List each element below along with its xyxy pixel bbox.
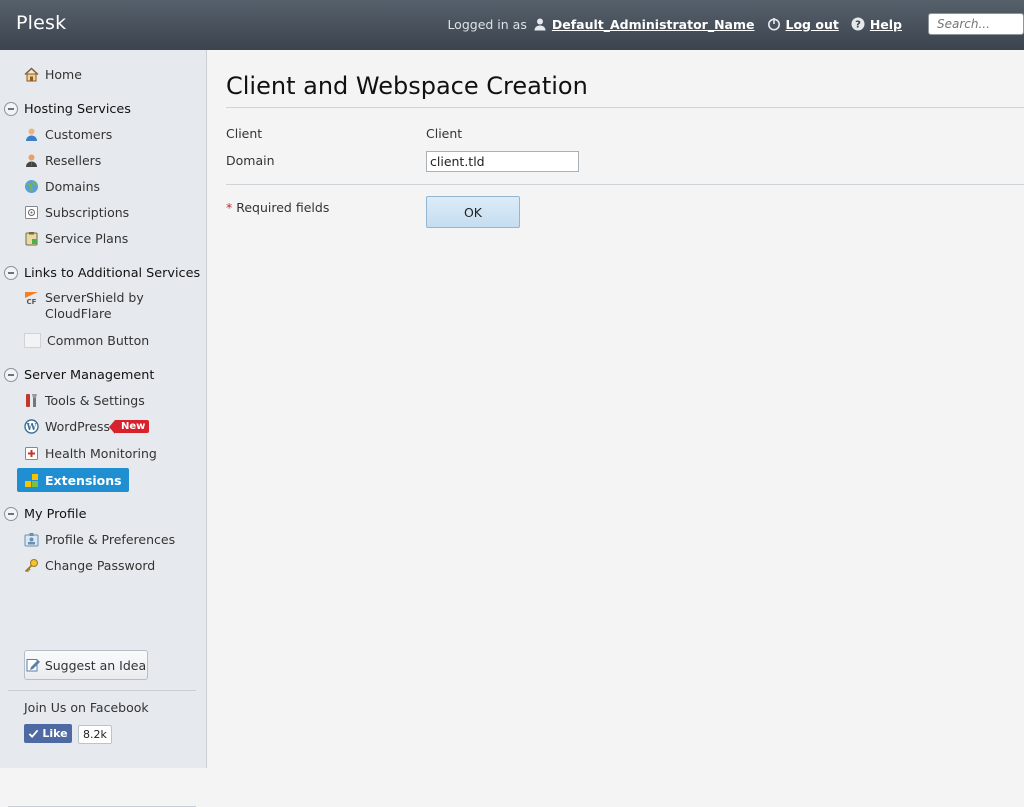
section-hosting-label: Hosting Services — [24, 101, 131, 117]
service-plans-icon — [25, 231, 38, 245]
help-link[interactable]: Help — [870, 17, 902, 32]
help-icon: ? — [851, 17, 865, 31]
required-star: * — [226, 200, 233, 215]
client-value: Client — [426, 126, 463, 141]
svg-text:?: ? — [855, 20, 861, 31]
user-bar: Logged in as Default_Administrator_Name … — [447, 12, 1024, 36]
search-input[interactable] — [928, 13, 1024, 35]
nav-service-plans[interactable]: Service Plans — [24, 226, 128, 250]
nav-wordpress-label: WordPress — [45, 418, 111, 434]
nav-subscriptions[interactable]: Subscriptions — [24, 200, 129, 224]
power-icon — [767, 18, 780, 31]
nav-servershield[interactable]: CF ServerShield by CloudFlare — [24, 290, 144, 324]
collapse-icon[interactable] — [4, 102, 18, 116]
pencil-paper-icon — [26, 659, 40, 672]
nav-change-password-label: Change Password — [45, 557, 156, 573]
nav-domains-label: Domains — [45, 178, 101, 194]
customer-icon — [26, 128, 37, 141]
new-badge: New — [108, 419, 150, 434]
blank-icon — [24, 332, 41, 348]
profile-card-icon — [24, 532, 39, 546]
cloudflare-icon: CF — [25, 292, 38, 306]
nav-health-monitoring[interactable]: Health Monitoring — [24, 441, 157, 465]
title-divider — [226, 107, 1024, 108]
svg-text:W: W — [25, 423, 37, 433]
required-fields-note: * Required fields — [226, 200, 329, 215]
servershield-line1: ServerShield by — [45, 290, 144, 305]
nav-customers[interactable]: Customers — [24, 122, 112, 146]
nav-resellers[interactable]: Resellers — [24, 148, 101, 172]
collapse-icon[interactable] — [4, 368, 18, 382]
nav-wordpress[interactable]: W WordPress New — [24, 414, 150, 438]
servershield-line2: CloudFlare — [45, 306, 112, 321]
client-label: Client — [226, 126, 263, 141]
wordpress-icon: W — [24, 418, 39, 434]
nav-resellers-label: Resellers — [45, 152, 102, 168]
svg-text:CF: CF — [27, 298, 37, 306]
page-title: Client and Webspace Creation — [226, 72, 588, 100]
globe-icon — [25, 179, 38, 193]
key-icon — [24, 558, 38, 572]
suggest-idea-button[interactable]: Suggest an Idea — [24, 650, 148, 680]
nav-common-button[interactable]: Common Button — [24, 328, 149, 352]
nav-health-label: Health Monitoring — [45, 445, 157, 461]
logout-link[interactable]: Log out — [786, 17, 839, 32]
form-divider — [226, 184, 1024, 185]
collapse-icon[interactable] — [4, 266, 18, 280]
subscriptions-icon — [25, 205, 38, 219]
top-bar: Plesk Logged in as Default_Administrator… — [0, 0, 1024, 50]
nav-extensions[interactable]: Extensions — [17, 468, 129, 492]
tools-icon — [26, 393, 37, 407]
domain-input[interactable] — [426, 151, 579, 172]
nav-service-plans-label: Service Plans — [45, 230, 129, 246]
like-count: 8.2k — [78, 725, 112, 744]
suggest-idea-label: Suggest an Idea — [44, 657, 147, 673]
user-icon — [534, 18, 546, 31]
section-profile-label: My Profile — [24, 506, 87, 522]
section-hosting-services[interactable]: Hosting Services — [4, 97, 131, 121]
nav-common-button-label: Common Button — [47, 332, 150, 348]
facebook-join-text: Join Us on Facebook — [24, 700, 149, 715]
nav-home-label: Home — [45, 66, 82, 82]
nav-profile-preferences[interactable]: Profile & Preferences — [24, 527, 175, 551]
facebook-like-button[interactable]: Like — [24, 724, 72, 743]
nav-extensions-label: Extensions — [45, 472, 122, 488]
like-label: Like — [42, 727, 68, 740]
section-server-label: Server Management — [24, 367, 155, 383]
sidebar: Home Hosting Services Customers Reseller… — [0, 50, 207, 807]
home-icon — [24, 66, 39, 81]
plesk-logo[interactable]: Plesk — [16, 12, 66, 34]
nav-domains[interactable]: Domains — [24, 174, 100, 198]
required-text: Required fields — [236, 200, 330, 215]
reseller-icon — [26, 154, 37, 167]
ok-button[interactable]: OK — [426, 196, 520, 228]
section-server-management[interactable]: Server Management — [4, 363, 154, 387]
nav-tools-label: Tools & Settings — [45, 392, 145, 408]
nav-customers-label: Customers — [45, 126, 113, 142]
nav-change-password[interactable]: Change Password — [24, 553, 155, 577]
domain-label: Domain — [226, 153, 275, 168]
checkmark-icon — [29, 729, 39, 739]
nav-profile-prefs-label: Profile & Preferences — [45, 531, 176, 547]
user-name-link[interactable]: Default_Administrator_Name — [552, 17, 755, 32]
divider — [8, 690, 196, 691]
main-content: Client and Webspace Creation Client Clie… — [207, 50, 1024, 768]
logged-in-label: Logged in as — [447, 16, 527, 32]
nav-servershield-label: ServerShield by CloudFlare — [45, 290, 144, 322]
health-monitoring-icon — [25, 446, 38, 460]
extensions-icon — [25, 473, 38, 487]
nav-home[interactable]: Home — [24, 62, 82, 86]
section-links-additional[interactable]: Links to Additional Services — [4, 261, 200, 285]
section-links-label: Links to Additional Services — [24, 265, 201, 281]
nav-subscriptions-label: Subscriptions — [45, 204, 130, 220]
collapse-icon[interactable] — [4, 507, 18, 521]
nav-tools-settings[interactable]: Tools & Settings — [24, 388, 145, 412]
section-my-profile[interactable]: My Profile — [4, 502, 86, 526]
